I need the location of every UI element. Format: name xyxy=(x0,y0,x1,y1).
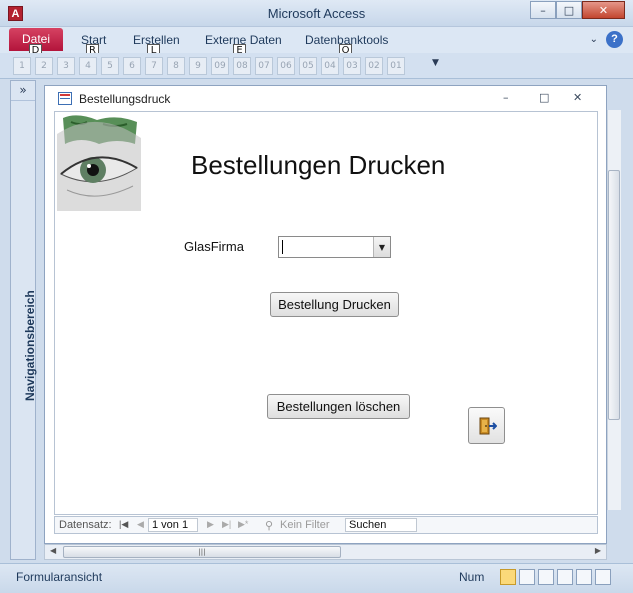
quick-access-item[interactable]: 03 xyxy=(343,57,361,75)
chevron-down-icon[interactable]: ⌄ xyxy=(590,34,598,45)
quick-access-item[interactable]: 1 xyxy=(13,57,31,75)
eye-world-logo xyxy=(57,114,141,211)
record-navigation-bar: Datensatz: |◀ ◀ 1 von 1 ▶ ▶| ▶* ⚲ Kein F… xyxy=(54,516,598,534)
previous-record-icon[interactable]: ◀ xyxy=(137,519,144,530)
close-button[interactable]: ✕ xyxy=(582,1,625,19)
form-icon xyxy=(58,92,72,105)
quick-access-item[interactable]: 06 xyxy=(277,57,295,75)
glasfirma-label: GlasFirma xyxy=(184,239,244,254)
quick-access-item[interactable]: 02 xyxy=(365,57,383,75)
next-record-icon[interactable]: ▶ xyxy=(207,519,214,530)
minimize-button[interactable]: – xyxy=(530,1,556,19)
form-view-icon[interactable] xyxy=(500,569,516,585)
delete-orders-button[interactable]: Bestellungen löschen xyxy=(267,394,410,419)
pivot-table-view-icon[interactable] xyxy=(538,569,554,585)
pivot-chart-view-icon[interactable] xyxy=(557,569,573,585)
print-order-button[interactable]: Bestellung Drucken xyxy=(270,292,399,317)
new-record-icon[interactable]: ▶* xyxy=(238,519,248,530)
num-lock-indicator: Num xyxy=(459,570,485,584)
last-record-icon[interactable]: ▶| xyxy=(222,519,231,530)
datasheet-view-icon[interactable] xyxy=(519,569,535,585)
view-mode-status: Formularansicht xyxy=(16,570,103,584)
filter-icon[interactable]: ⚲ xyxy=(265,519,273,532)
quick-access-item[interactable]: 6 xyxy=(123,57,141,75)
record-label: Datensatz: xyxy=(59,519,112,531)
form-title-bar: Bestellungsdruck – □ ✕ xyxy=(45,86,606,110)
status-bar: Formularansicht Num xyxy=(0,563,633,593)
quick-access-item[interactable]: 04 xyxy=(321,57,339,75)
form-window: Bestellungsdruck – □ ✕ Bestellungen Druc… xyxy=(44,85,607,544)
quick-access-item[interactable]: 3 xyxy=(57,57,75,75)
horizontal-scrollbar[interactable]: ◀ ||| ▶ xyxy=(44,544,607,560)
quick-access-item[interactable]: 07 xyxy=(255,57,273,75)
chevron-down-icon[interactable]: ▼ xyxy=(373,237,390,257)
search-input[interactable]: Suchen xyxy=(345,518,417,532)
scroll-left-icon[interactable]: ◀ xyxy=(50,546,56,555)
layout-view-icon[interactable] xyxy=(576,569,592,585)
nav-pane-toggle[interactable]: » xyxy=(11,81,35,101)
quick-access-item[interactable]: 09 xyxy=(211,57,229,75)
vertical-scrollbar[interactable] xyxy=(607,110,621,540)
quick-access-item[interactable]: 05 xyxy=(299,57,317,75)
filter-status[interactable]: Kein Filter xyxy=(280,519,330,531)
glasfirma-combobox[interactable]: ▼ xyxy=(278,236,391,258)
quick-access-item[interactable]: 5 xyxy=(101,57,119,75)
help-icon[interactable]: ? xyxy=(606,31,623,48)
form-maximize-button[interactable]: □ xyxy=(539,91,549,104)
scroll-right-icon[interactable]: ▶ xyxy=(595,546,601,555)
maximize-button[interactable]: □ xyxy=(556,1,582,19)
quick-access-item[interactable]: 08 xyxy=(233,57,251,75)
quick-access-item[interactable]: 4 xyxy=(79,57,97,75)
form-minimize-button[interactable]: – xyxy=(503,91,509,104)
window-controls: – □ ✕ xyxy=(530,1,625,19)
nav-pane-label[interactable]: Navigationsbereich xyxy=(23,290,37,401)
design-view-icon[interactable] xyxy=(595,569,611,585)
form-body: Bestellungen Drucken GlasFirma ▼ Bestell… xyxy=(54,111,598,515)
quick-access-item[interactable]: 01 xyxy=(387,57,405,75)
quick-access-item[interactable]: 8 xyxy=(167,57,185,75)
text-caret xyxy=(282,240,283,254)
quick-access-item[interactable]: 7 xyxy=(145,57,163,75)
form-close-button[interactable]: ✕ xyxy=(573,91,582,104)
ribbon-tabs: Datei D Start R Erstellen L Externe Date… xyxy=(0,27,633,58)
exit-door-icon[interactable] xyxy=(468,407,505,444)
navigation-pane: » Navigationsbereich xyxy=(10,80,37,560)
ribbon-right-controls: ⌄ ? xyxy=(590,31,623,48)
quick-access-more-icon[interactable]: ▼ xyxy=(432,58,439,68)
record-position-field[interactable]: 1 von 1 xyxy=(148,518,198,532)
form-window-title: Bestellungsdruck xyxy=(79,92,171,106)
quick-access-toolbar: 1 2 3 4 5 6 7 8 9 09 08 07 06 05 04 03 02 01 ▼ xyxy=(0,53,633,79)
form-heading: Bestellungen Drucken xyxy=(191,150,446,180)
quick-access-item[interactable]: 9 xyxy=(189,57,207,75)
quick-access-item[interactable]: 2 xyxy=(35,57,53,75)
vertical-scroll-thumb[interactable] xyxy=(608,170,620,420)
horizontal-scroll-thumb[interactable]: ||| xyxy=(63,546,341,558)
title-bar: A Microsoft Access – □ ✕ xyxy=(0,0,633,27)
first-record-icon[interactable]: |◀ xyxy=(119,519,128,530)
